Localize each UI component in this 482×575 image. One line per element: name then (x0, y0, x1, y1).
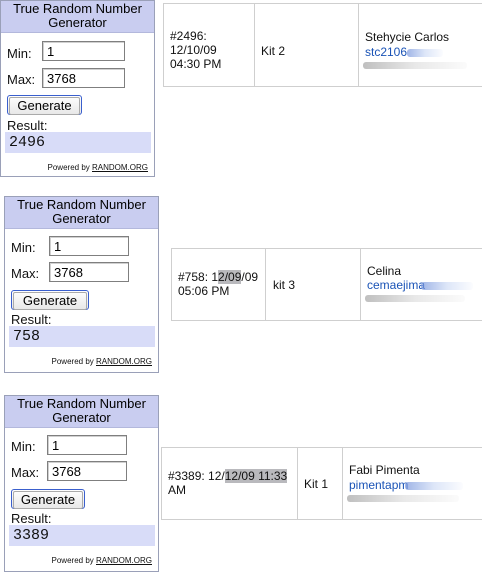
entry-date: 12/10/09 (170, 43, 217, 57)
generate-button-label: Generate (13, 491, 83, 509)
min-label: Min: (11, 439, 36, 454)
result-label: Result: (7, 118, 48, 133)
min-input[interactable] (49, 236, 129, 256)
entry-time: 05:06 PM (178, 284, 230, 298)
min-label: Min: (7, 46, 32, 61)
random-generator-widget-2: True Random Number Generator Min: Max: G… (4, 196, 159, 373)
powered-by-text: Powered by (51, 556, 94, 565)
entry-name: Stehycie Carlos (365, 30, 450, 44)
entry-date-highlight: 12/09 11:33 (224, 469, 288, 483)
entry-kit-cell: kit 3 (266, 249, 361, 320)
entry-contact-cell: Fabi Pimenta pimentapm (343, 448, 482, 519)
entry-email[interactable]: pimentapm (349, 478, 408, 492)
entry-kit-cell: Kit 1 (298, 448, 343, 519)
entry-date-rest: /09 (241, 270, 259, 284)
entry-email[interactable]: cemaejima (367, 278, 425, 292)
entry-id-date-cell: #3389: 12/12/09 11:33 AM (162, 448, 298, 519)
entry-name: Celina (367, 264, 402, 278)
generate-button-label: Generate (9, 97, 80, 115)
entry-kit: Kit 1 (304, 477, 329, 491)
entry-record-2: #758: 12/09/09 05:06 PM kit 3 Celina cem… (171, 248, 482, 321)
entry-record-3: #3389: 12/12/09 11:33 AM Kit 1 Fabi Pime… (161, 447, 482, 520)
powered-by: Powered by RANDOM.ORG (48, 163, 148, 172)
min-label: Min: (11, 240, 36, 255)
info-redaction (365, 295, 465, 302)
max-input[interactable] (47, 461, 127, 481)
widget-title: True Random Number Generator (1, 1, 154, 33)
generate-button[interactable]: Generate (7, 95, 82, 115)
generate-button[interactable]: Generate (11, 489, 85, 509)
random-org-link[interactable]: RANDOM.ORG (96, 357, 152, 366)
result-value: 3389 (9, 525, 155, 546)
info-redaction (347, 495, 459, 502)
entry-id: #2496: (170, 29, 207, 43)
random-org-link[interactable]: RANDOM.ORG (92, 163, 148, 172)
entry-kit: kit 3 (273, 278, 296, 292)
generate-button-label: Generate (13, 292, 87, 310)
max-label: Max: (11, 465, 40, 480)
widget-title: True Random Number Generator (5, 396, 158, 428)
entry-kit-cell: Kit 2 (255, 4, 359, 86)
random-generator-widget-1: True Random Number Generator Min: Max: G… (0, 0, 155, 177)
entry-id: #3389: 12/ (168, 469, 225, 483)
entry-contact-cell: Stehycie Carlos stc2106 (359, 4, 482, 86)
entry-id-date-cell: #758: 12/09/09 05:06 PM (172, 249, 266, 320)
powered-by: Powered by RANDOM.ORG (52, 556, 152, 565)
result-label: Result: (11, 312, 52, 327)
powered-by-text: Powered by (47, 163, 90, 172)
entry-email[interactable]: stc2106 (365, 45, 407, 59)
max-input[interactable] (49, 262, 129, 282)
email-redaction (405, 482, 463, 490)
random-org-link[interactable]: RANDOM.ORG (96, 556, 152, 565)
powered-by: Powered by RANDOM.ORG (52, 357, 152, 366)
result-label: Result: (11, 511, 52, 526)
min-input[interactable] (47, 435, 127, 455)
email-redaction (407, 49, 443, 57)
result-value: 758 (9, 326, 155, 347)
entry-record-1: #2496: 12/10/09 04:30 PM Kit 2 Stehycie … (163, 3, 482, 87)
email-redaction (421, 282, 473, 290)
entry-date-highlight: 2/09 (218, 270, 242, 284)
max-label: Max: (7, 72, 36, 87)
entry-kit: Kit 2 (261, 44, 286, 58)
max-input[interactable] (42, 68, 125, 88)
info-redaction (363, 62, 467, 69)
max-label: Max: (11, 266, 40, 281)
entry-contact-cell: Celina cemaejima (361, 249, 482, 320)
entry-name: Fabi Pimenta (349, 463, 420, 477)
generate-button[interactable]: Generate (11, 290, 89, 310)
random-generator-widget-3: True Random Number Generator Min: Max: G… (4, 395, 159, 572)
min-input[interactable] (42, 41, 125, 61)
entry-time: 04:30 PM (170, 57, 222, 71)
powered-by-text: Powered by (51, 357, 94, 366)
entry-id: #758: 1 (178, 270, 219, 284)
result-value: 2496 (5, 132, 151, 153)
entry-time: AM (168, 483, 186, 497)
entry-id-date-cell: #2496: 12/10/09 04:30 PM (164, 4, 255, 86)
widget-title: True Random Number Generator (5, 197, 158, 229)
